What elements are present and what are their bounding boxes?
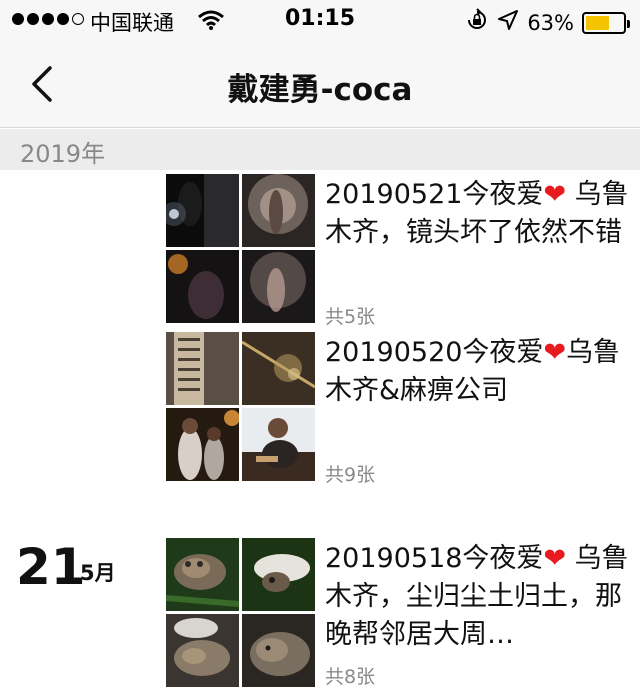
battery-percentage: 63% bbox=[527, 10, 574, 35]
photo-thumbnail-grid[interactable] bbox=[166, 332, 316, 482]
photo-count: 共9张 bbox=[325, 464, 376, 486]
photo-thumbnail[interactable] bbox=[242, 332, 315, 405]
year-section-header: 2019年 bbox=[0, 129, 640, 170]
photo-thumbnail[interactable] bbox=[166, 250, 239, 323]
entry-title: 20190520今夜爱❤乌鲁木齐&麻痹公司 bbox=[325, 337, 621, 406]
photo-thumbnail[interactable] bbox=[166, 538, 239, 611]
timeline-entry[interactable]: 20190518今夜爱❤ 乌鲁木齐，尘归尘土归土，那晚帮邻居大周… 共8张 bbox=[0, 538, 640, 698]
heart-icon: ❤ bbox=[543, 337, 567, 368]
entry-title: 20190518今夜爱❤ 乌鲁木齐，尘归尘土归土，那晚帮邻居大周… bbox=[325, 543, 629, 650]
photo-thumbnail[interactable] bbox=[242, 614, 315, 687]
photo-thumbnail[interactable] bbox=[242, 174, 315, 247]
location-icon bbox=[497, 9, 519, 36]
photo-count: 共8张 bbox=[325, 666, 376, 688]
heart-icon: ❤ bbox=[543, 543, 567, 574]
navigation-bar: 戴建勇-coca bbox=[0, 40, 640, 128]
entry-title: 20190521今夜爱❤ 乌鲁木齐，镜头坏了依然不错 bbox=[325, 179, 629, 248]
heart-icon: ❤ bbox=[543, 179, 567, 210]
photo-thumbnail-grid[interactable] bbox=[166, 174, 316, 324]
photo-thumbnail[interactable] bbox=[166, 614, 239, 687]
page-title: 戴建勇-coca bbox=[227, 72, 413, 108]
photo-thumbnail[interactable] bbox=[242, 538, 315, 611]
photo-thumbnail[interactable] bbox=[242, 408, 315, 481]
battery-level-fill bbox=[586, 15, 609, 30]
photo-count: 共5张 bbox=[325, 306, 376, 328]
photo-thumbnail[interactable] bbox=[242, 250, 315, 323]
photo-thumbnail[interactable] bbox=[166, 174, 239, 247]
battery-icon bbox=[582, 11, 630, 34]
rotation-lock-icon bbox=[465, 8, 489, 37]
timeline-entry[interactable]: 20190520今夜爱❤乌鲁木齐&麻痹公司 共9张 bbox=[0, 332, 640, 486]
photo-thumbnail[interactable] bbox=[166, 408, 239, 481]
year-label: 2019年 bbox=[20, 140, 106, 168]
photo-thumbnail-grid[interactable] bbox=[166, 538, 316, 688]
timeline-entry[interactable]: 20190521今夜爱❤ 乌鲁木齐，镜头坏了依然不错 共5张 bbox=[0, 174, 640, 328]
photo-thumbnail[interactable] bbox=[166, 332, 239, 405]
status-bar: 中国联通 01:15 63% bbox=[0, 0, 640, 40]
